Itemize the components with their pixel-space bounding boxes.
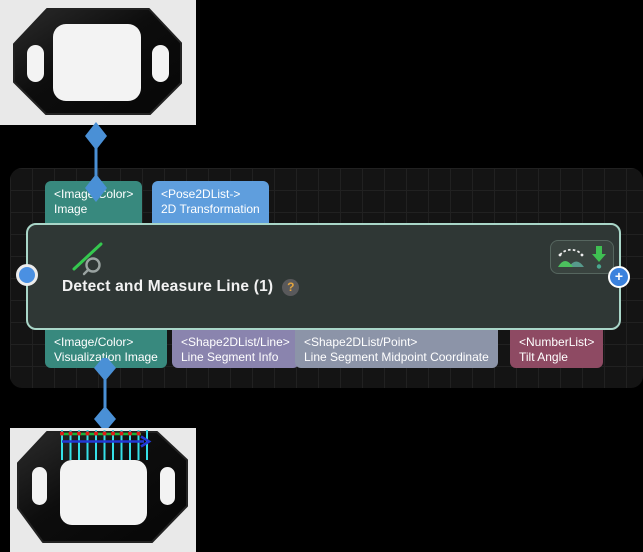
visualization-image-icon[interactable]	[557, 246, 585, 268]
port-name-label: Line Segment Info	[181, 350, 279, 364]
input-image-preview	[0, 0, 196, 125]
connector-diamond-bottom[interactable]	[94, 406, 116, 428]
add-port-icon[interactable]: +	[608, 266, 630, 288]
visualization-image-preview	[10, 428, 196, 552]
output-port-midpoint-coordinate[interactable]: <Shape2DList/Point> Line Segment Midpoin…	[295, 330, 498, 368]
node-detect-and-measure-line[interactable]: Detect and Measure Line (1) ?	[26, 223, 621, 330]
port-name-label: Image	[54, 202, 88, 216]
port-name-label: Line Segment Midpoint Coordinate	[304, 350, 489, 364]
input-port-2d-transformation[interactable]: <Pose2DList-> 2D Transformation	[152, 181, 269, 223]
port-type-label: <Image/Color>	[54, 335, 134, 349]
screenshot-stage: <Image/Color> Image <Pose2DList-> 2D Tra…	[0, 0, 643, 552]
node-toolbar	[550, 240, 614, 274]
help-icon[interactable]: ?	[282, 278, 300, 296]
port-name-label: Tilt Angle	[519, 350, 568, 364]
measured-bracket-image	[17, 430, 188, 543]
output-port-line-segment-info[interactable]: <Shape2DList/Line> Line Segment Info	[172, 330, 299, 368]
port-type-label: <Pose2DList->	[161, 187, 241, 201]
output-port-tilt-angle[interactable]: <NumberList> Tilt Angle	[510, 330, 604, 368]
input-connector	[85, 122, 107, 202]
port-type-label: <Shape2DList/Line>	[181, 335, 290, 349]
port-name-label: 2D Transformation	[161, 202, 260, 216]
output-connector	[94, 358, 116, 428]
connector-diamond-top[interactable]	[94, 358, 116, 381]
download-arrow-icon[interactable]	[591, 245, 607, 270]
port-type-label: <Shape2DList/Point>	[304, 335, 418, 349]
port-type-label: <NumberList>	[519, 335, 595, 349]
node-left-port[interactable]	[16, 264, 38, 286]
measure-line-icon	[72, 242, 103, 276]
node-title: Detect and Measure Line (1)	[62, 278, 274, 295]
metal-bracket-image	[13, 8, 182, 115]
connector-diamond-bottom[interactable]	[85, 174, 107, 202]
connector-diamond-top[interactable]	[85, 122, 107, 150]
